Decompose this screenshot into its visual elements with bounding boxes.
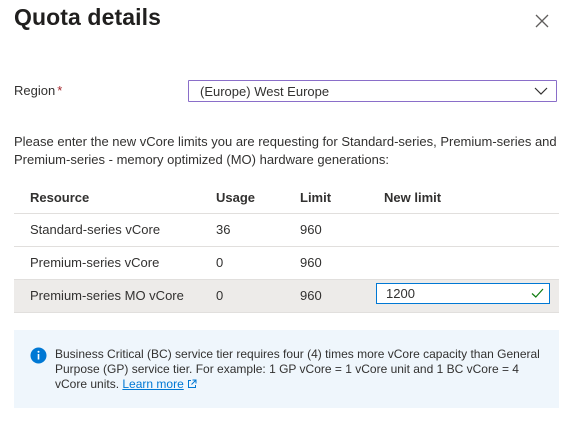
instructions-text: Please enter the new vCore limits you ar… [14,134,557,167]
info-text: Business Critical (BC) service tier requ… [55,347,550,392]
row-resource: Premium-series MO vCore [30,288,184,303]
external-link-icon[interactable] [187,379,197,389]
table-header-row: Resource Usage Limit New limit [14,182,559,214]
table-row[interactable]: Standard-series vCore 36 960 [14,214,559,247]
close-button[interactable] [531,10,553,32]
quota-table: Resource Usage Limit New limit Standard-… [14,182,559,313]
column-header-usage: Usage [216,190,256,205]
row-resource: Premium-series vCore [30,255,160,270]
row-usage: 0 [216,288,224,303]
row-usage: 36 [216,222,231,237]
panel-title: Quota details [14,4,161,30]
checkmark-icon [531,288,544,298]
region-dropdown[interactable]: (Europe) West Europe [188,80,557,102]
close-icon [535,14,549,28]
new-limit-input[interactable]: 1200 [376,283,550,304]
row-limit: 960 [300,222,322,237]
learn-more-link[interactable]: Learn more [122,377,183,391]
new-limit-value: 1200 [386,286,415,301]
info-banner: Business Critical (BC) service tier requ… [14,330,559,408]
row-resource: Standard-series vCore [30,222,161,237]
required-asterisk: * [57,83,63,98]
info-icon [30,347,47,364]
region-label-text: Region [14,83,56,98]
row-limit: 960 [300,255,322,270]
chevron-down-icon [534,87,548,95]
column-header-limit: Limit [300,190,332,205]
region-selected-value: (Europe) West Europe [200,84,330,99]
table-row[interactable]: Premium-series vCore 0 960 [14,247,559,280]
column-header-resource: Resource [30,190,90,205]
table-row-selected[interactable]: Premium-series MO vCore 0 960 1200 [14,280,559,313]
column-header-new-limit: New limit [384,190,442,205]
row-usage: 0 [216,255,224,270]
row-limit: 960 [300,288,322,303]
region-label: Region * [14,83,62,98]
